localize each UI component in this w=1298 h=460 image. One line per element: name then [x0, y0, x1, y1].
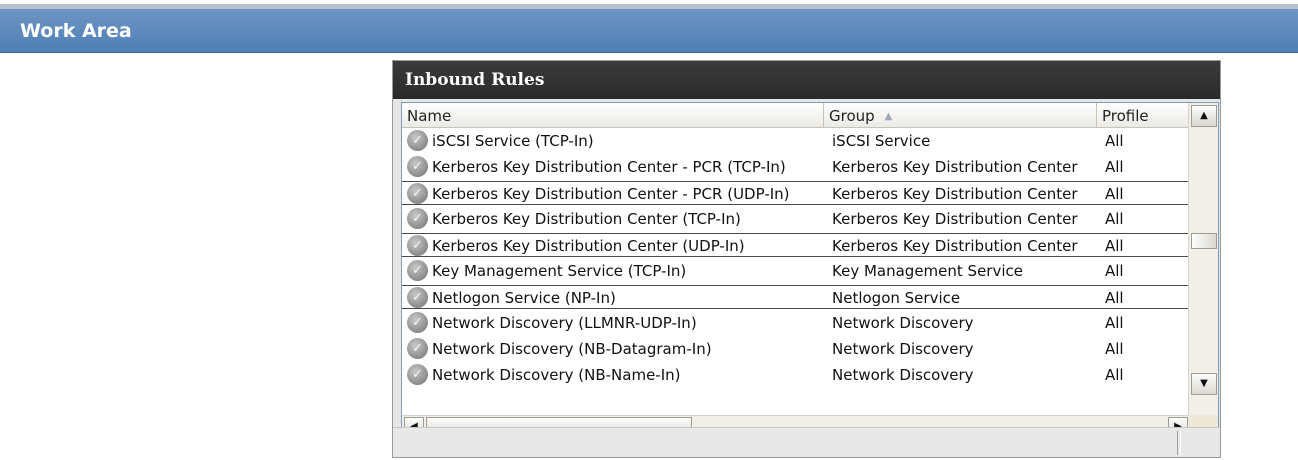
work-area-header: Work Area	[0, 9, 1298, 53]
scroll-down-icon[interactable]: ▼	[1191, 373, 1217, 395]
rule-enabled-check-icon: ✓	[407, 260, 428, 281]
column-header-name-label: Name	[407, 107, 452, 125]
rule-group-cell: iSCSI Service	[832, 132, 931, 150]
rule-name-cell: Network Discovery (LLMNR-UDP-In)	[432, 314, 697, 332]
rule-group-cell: Network Discovery	[832, 340, 974, 358]
table-row[interactable]: ✓ Kerberos Key Distribution Center - PCR …	[402, 155, 1190, 179]
rule-profile-cell: All	[1105, 314, 1124, 332]
rule-group-cell: Kerberos Key Distribution Center	[832, 237, 1078, 255]
rule-name-cell: Kerberos Key Distribution Center - PCR (…	[432, 185, 790, 203]
rule-profile-cell: All	[1105, 132, 1124, 150]
status-bar-separator	[1177, 431, 1181, 455]
rule-name-cell: Key Management Service (TCP-In)	[432, 262, 687, 280]
table-row[interactable]: ✓ Kerberos Key Distribution Center - PCR …	[402, 181, 1190, 205]
vertical-scrollbar[interactable]: ▲ ▼	[1188, 103, 1218, 415]
inbound-rules-panel: Inbound Rules Name Group ▲ Profile ✓ iSCSI…	[392, 60, 1221, 458]
rule-name-cell: Kerberos Key Distribution Center (UDP-In…	[432, 237, 745, 255]
column-header-profile[interactable]: Profile	[1097, 103, 1190, 128]
rule-group-cell: Network Discovery	[832, 314, 974, 332]
rule-enabled-check-icon: ✓	[407, 183, 428, 204]
rule-enabled-check-icon: ✓	[407, 235, 428, 256]
work-area-title: Work Area	[20, 20, 132, 42]
rule-name-cell: Kerberos Key Distribution Center - PCR (…	[432, 158, 786, 176]
rule-enabled-check-icon: ✓	[407, 287, 428, 308]
rule-profile-cell: All	[1105, 262, 1124, 280]
rule-profile-cell: All	[1105, 237, 1124, 255]
table-row[interactable]: ✓ Network Discovery (LLMNR-UDP-In) Network…	[402, 311, 1190, 335]
status-bar	[393, 427, 1220, 457]
rule-profile-cell: All	[1105, 158, 1124, 176]
rule-name-cell: Network Discovery (NB-Name-In)	[432, 366, 681, 384]
rule-group-cell: Network Discovery	[832, 366, 974, 384]
panel-title: Inbound Rules	[405, 70, 545, 90]
table-row[interactable]: ✓ Kerberos Key Distribution Center (UDP-I…	[402, 233, 1190, 257]
rule-group-cell: Key Management Service	[832, 262, 1023, 280]
rule-enabled-check-icon: ✓	[407, 338, 428, 359]
sort-ascending-icon: ▲	[884, 111, 893, 122]
table-row[interactable]: ✓ Network Discovery (NB-Name-In) Network D…	[402, 363, 1190, 387]
rule-enabled-check-icon: ✓	[407, 130, 428, 151]
rule-name-cell: Kerberos Key Distribution Center (TCP-In…	[432, 210, 741, 228]
vertical-scroll-thumb[interactable]	[1191, 233, 1217, 249]
rule-name-cell: iSCSI Service (TCP-In)	[432, 132, 594, 150]
rule-enabled-check-icon: ✓	[407, 156, 428, 177]
table-row[interactable]: ✓ Key Management Service (TCP-In) Key Mana…	[402, 259, 1190, 283]
table-row[interactable]: ✓ Netlogon Service (NP-In) Netlogon Servic…	[402, 285, 1190, 309]
rule-group-cell: Netlogon Service	[832, 289, 961, 307]
column-header-name[interactable]: Name	[402, 103, 824, 128]
rule-profile-cell: All	[1105, 185, 1124, 203]
scroll-up-icon[interactable]: ▲	[1191, 105, 1217, 127]
rule-enabled-check-icon: ✓	[407, 364, 428, 385]
rule-group-cell: Kerberos Key Distribution Center	[832, 158, 1078, 176]
rule-profile-cell: All	[1105, 210, 1124, 228]
table-row[interactable]: ✓ iSCSI Service (TCP-In) iSCSI Service All	[402, 129, 1190, 153]
column-header-group[interactable]: Group ▲	[824, 103, 1097, 128]
rule-profile-cell: All	[1105, 340, 1124, 358]
table-row[interactable]: ✓ Network Discovery (NB-Datagram-In) Netwo…	[402, 337, 1190, 361]
rules-list: Name Group ▲ Profile ✓ iSCSI Service (TCP-…	[401, 102, 1219, 440]
rule-profile-cell: All	[1105, 289, 1124, 307]
rule-profile-cell: All	[1105, 366, 1124, 384]
rule-group-cell: Kerberos Key Distribution Center	[832, 185, 1078, 203]
rule-group-cell: Kerberos Key Distribution Center	[832, 210, 1078, 228]
rule-enabled-check-icon: ✓	[407, 312, 428, 333]
rule-name-cell: Network Discovery (NB-Datagram-In)	[432, 340, 712, 358]
panel-header: Inbound Rules	[393, 61, 1220, 99]
rule-name-cell: Netlogon Service (NP-In)	[432, 289, 616, 307]
table-row[interactable]: ✓ Kerberos Key Distribution Center (TCP-I…	[402, 207, 1190, 231]
column-header-group-label: Group	[829, 107, 875, 125]
column-header-profile-label: Profile	[1102, 107, 1149, 125]
rule-enabled-check-icon: ✓	[407, 208, 428, 229]
